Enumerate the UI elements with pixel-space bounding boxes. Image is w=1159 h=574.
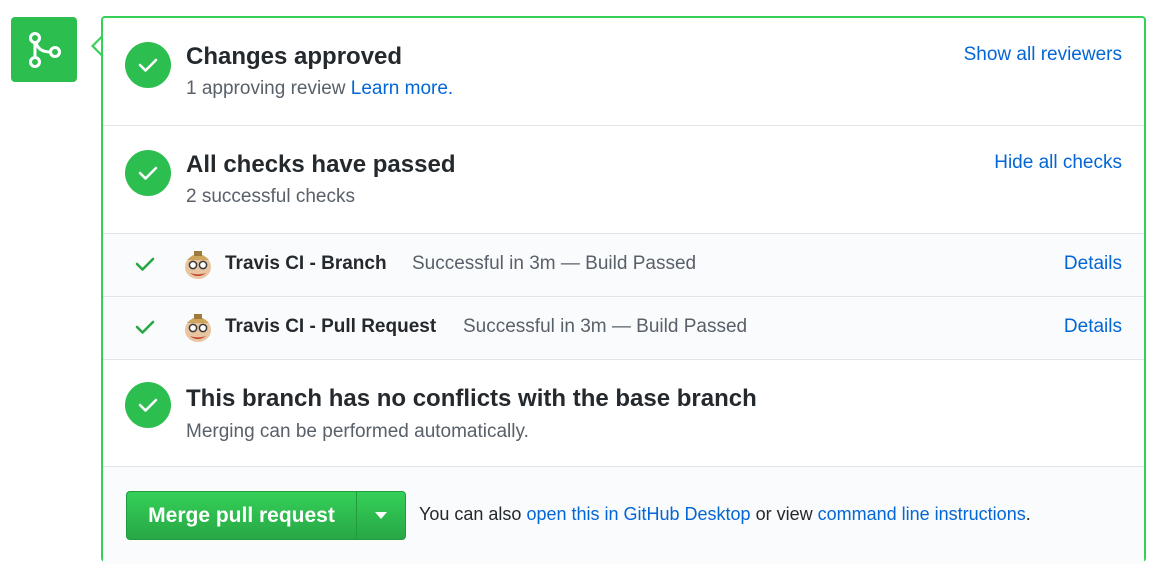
checks-title: All checks have passed bbox=[186, 151, 456, 178]
merge-help-text: You can also open this in GitHub Desktop… bbox=[419, 504, 1031, 525]
approvals-count: 1 approving review bbox=[186, 78, 346, 99]
check-details-link[interactable]: Details bbox=[1064, 253, 1122, 275]
travis-ci-avatar bbox=[185, 314, 211, 342]
check-row: Travis CI - Pull Request Successful in 3… bbox=[103, 297, 1144, 360]
check-name: Travis CI - Branch bbox=[225, 253, 387, 274]
check-status: Successful in 3m — Build Passed bbox=[412, 253, 697, 274]
travis-ci-avatar bbox=[185, 251, 211, 279]
merge-section: Merge pull request You can also open thi… bbox=[103, 467, 1144, 564]
check-icon bbox=[135, 257, 155, 271]
check-details-link[interactable]: Details bbox=[1064, 316, 1122, 338]
approvals-subtitle: 1 approving review Learn more. bbox=[186, 78, 453, 100]
hide-all-checks-link[interactable]: Hide all checks bbox=[994, 152, 1122, 174]
check-circle-icon bbox=[125, 382, 171, 428]
merge-help-suffix: . bbox=[1025, 504, 1031, 524]
check-circle-icon bbox=[125, 42, 171, 88]
show-all-reviewers-link[interactable]: Show all reviewers bbox=[964, 44, 1122, 66]
check-row: Travis CI - Branch Successful in 3m — Bu… bbox=[103, 234, 1144, 297]
check-icon bbox=[135, 320, 155, 334]
checks-subtitle: 2 successful checks bbox=[186, 186, 355, 207]
conflicts-subtitle: Merging can be performed automatically. bbox=[186, 421, 529, 442]
check-name: Travis CI - Pull Request bbox=[225, 316, 437, 337]
approvals-title: Changes approved bbox=[186, 43, 403, 70]
merge-help-prefix: You can also bbox=[419, 504, 522, 524]
conflicts-title: This branch has no conflicts with the ba… bbox=[186, 385, 757, 412]
conflicts-section: This branch has no conflicts with the ba… bbox=[103, 360, 1144, 467]
learn-more-link[interactable]: Learn more. bbox=[351, 78, 453, 99]
approvals-section: Changes approved 1 approving review Lear… bbox=[103, 18, 1144, 126]
checks-section: All checks have passed 2 successful chec… bbox=[103, 126, 1144, 234]
check-status: Successful in 3m — Build Passed bbox=[463, 316, 748, 337]
open-in-desktop-link[interactable]: open this in GitHub Desktop bbox=[526, 504, 750, 524]
git-merge-icon bbox=[11, 17, 77, 82]
merge-button-group: Merge pull request bbox=[126, 491, 406, 540]
command-line-instructions-link[interactable]: command line instructions bbox=[818, 504, 1026, 524]
check-circle-icon bbox=[125, 150, 171, 196]
merge-pull-request-button[interactable]: Merge pull request bbox=[127, 492, 357, 539]
merge-help-middle: or view bbox=[755, 504, 813, 524]
merge-status-box: Changes approved 1 approving review Lear… bbox=[101, 16, 1146, 564]
merge-options-dropdown[interactable] bbox=[357, 492, 405, 539]
caret-down-icon bbox=[375, 511, 387, 519]
